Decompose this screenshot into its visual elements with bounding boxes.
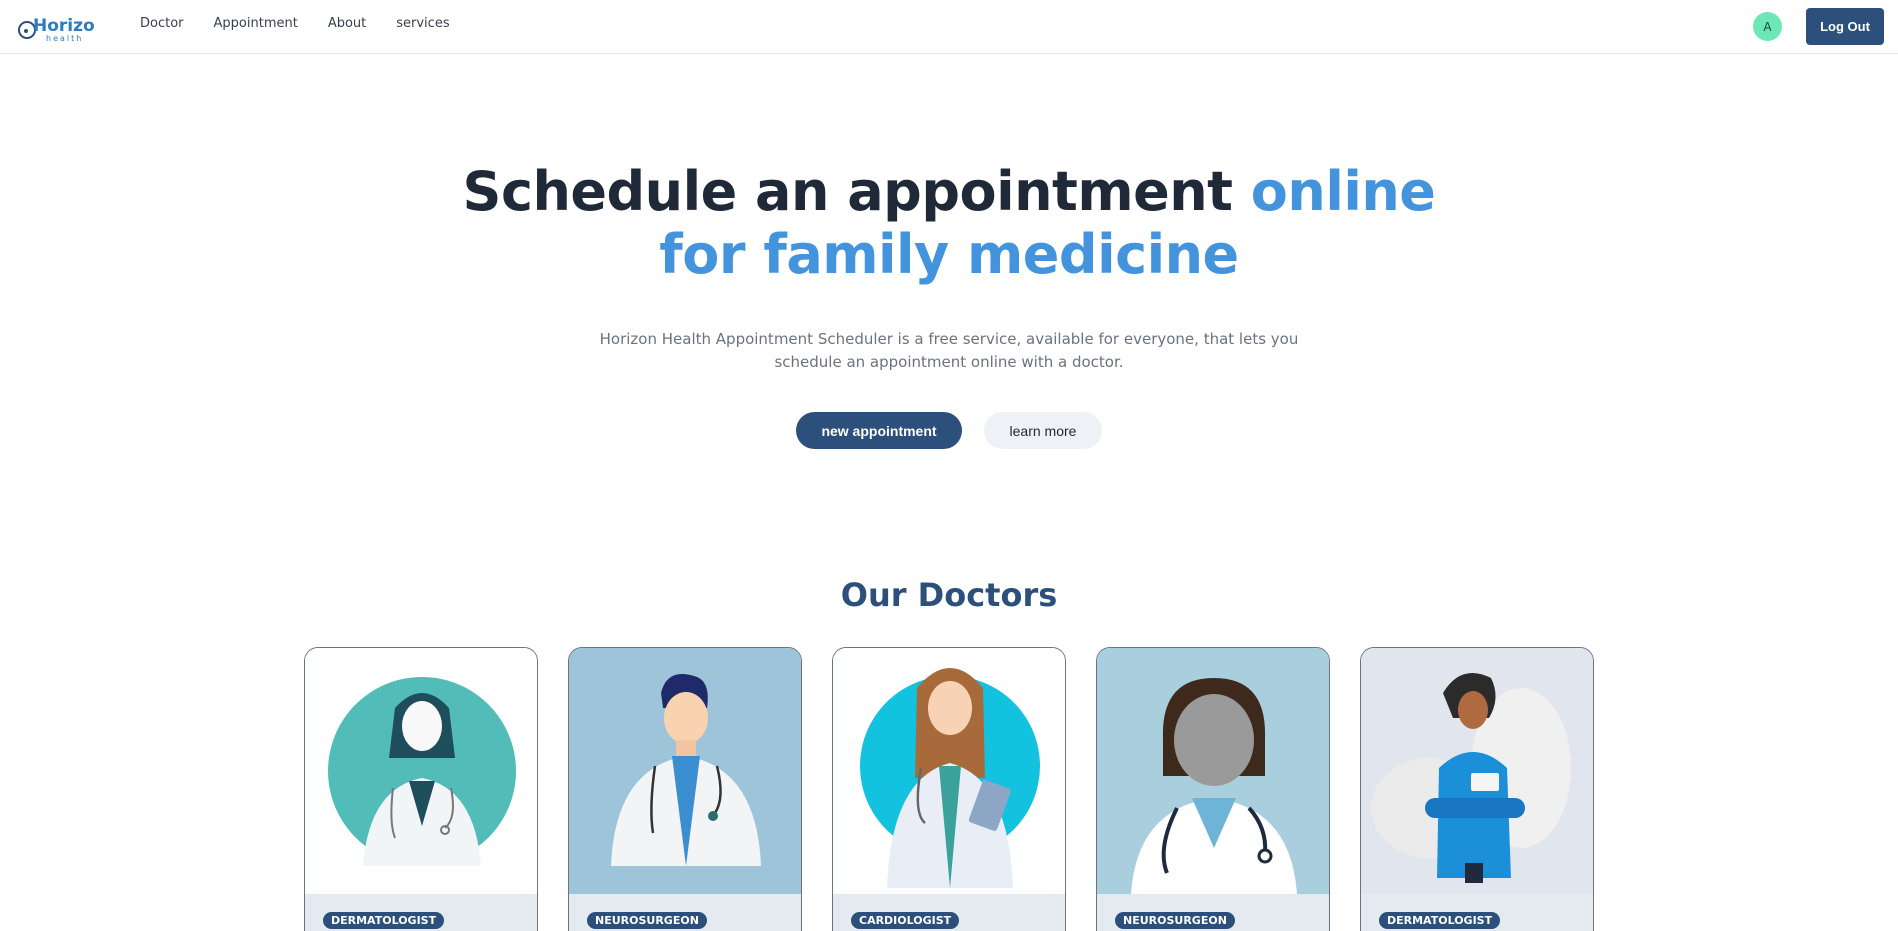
new-appointment-button[interactable]: new appointment (796, 412, 962, 449)
specialty-badge: DERMATOLOGIST (1379, 912, 1501, 929)
specialty-badge: NEUROSURGEON (1115, 912, 1235, 929)
user-avatar[interactable]: A (1753, 12, 1782, 41)
doctor-card[interactable]: CARDIOLOGIST (832, 647, 1066, 931)
top-navbar: Horizon health Doctor Appointment About … (0, 0, 1898, 54)
doctor-illustration (833, 648, 1065, 894)
nav-link-about[interactable]: About (328, 16, 366, 31)
our-doctors-heading: Our Doctors (840, 576, 1058, 614)
nav-links: Doctor Appointment About services (140, 0, 450, 47)
hero-title: Schedule an appointment online for famil… (440, 160, 1458, 286)
doctor-card[interactable]: DERMATOLOGIST (304, 647, 538, 931)
doctor-card[interactable]: DERMATOLOGIST (1360, 647, 1594, 931)
hero-title-main: Schedule an appointment (462, 160, 1251, 223)
specialty-badge: DERMATOLOGIST (323, 912, 445, 929)
svg-text:Horizon: Horizon (33, 16, 94, 36)
doctor-card[interactable]: NEUROSURGEON (1096, 647, 1330, 931)
svg-text:health: health (46, 34, 83, 43)
doctor-illustration (569, 648, 801, 894)
nav-link-appointment[interactable]: Appointment (214, 16, 298, 31)
logout-button[interactable]: Log Out (1806, 8, 1884, 45)
horizon-health-logo[interactable]: Horizon health (18, 10, 94, 44)
nav-link-services[interactable]: services (396, 16, 449, 31)
nav-link-doctor[interactable]: Doctor (140, 16, 184, 31)
hero-subtitle: Horizon Health Appointment Scheduler is … (599, 330, 1299, 371)
doctor-illustration (1097, 648, 1329, 894)
doctor-illustration (305, 648, 537, 894)
specialty-badge: CARDIOLOGIST (851, 912, 960, 929)
doctor-card[interactable]: NEUROSURGEON (568, 647, 802, 931)
learn-more-button[interactable]: learn more (984, 412, 1102, 449)
specialty-badge: NEUROSURGEON (587, 912, 707, 929)
doctor-illustration (1361, 648, 1593, 894)
